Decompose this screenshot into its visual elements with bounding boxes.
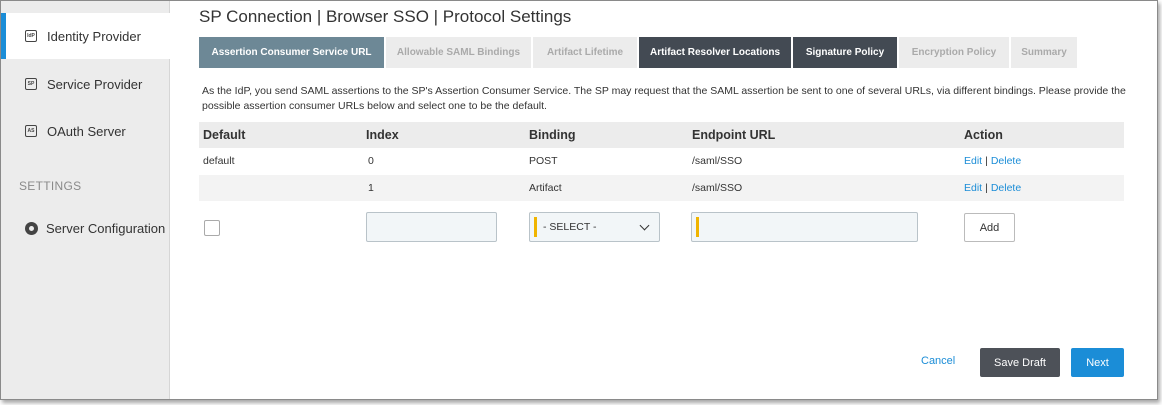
header-action: Action xyxy=(964,128,1003,142)
header-index: Index xyxy=(366,128,399,142)
action-separator: | xyxy=(985,182,988,194)
cell-binding: POST xyxy=(529,155,558,167)
server-config-icon xyxy=(25,221,38,235)
table-row: 1 Artifact /saml/SSO Edit | Delete xyxy=(199,175,1124,201)
tab-assertion-consumer-service-url[interactable]: Assertion Consumer Service URL xyxy=(199,37,384,68)
edit-link[interactable]: Edit xyxy=(964,182,982,194)
next-button[interactable]: Next xyxy=(1071,348,1124,377)
tab-allowable-saml-bindings[interactable]: Allowable SAML Bindings xyxy=(386,37,531,68)
index-input[interactable] xyxy=(366,212,497,242)
endpoint-url-input[interactable] xyxy=(691,212,918,242)
sidebar-item-label: Server Configuration xyxy=(46,220,166,236)
tab-encryption-policy[interactable]: Encryption Policy xyxy=(899,37,1009,68)
description-text: As the IdP, you send SAML assertions to … xyxy=(202,85,1126,112)
chevron-down-icon xyxy=(639,220,650,231)
sidebar: IdP Identity Provider SP Service Provide… xyxy=(1,1,186,399)
sidebar-item-label: Service Provider xyxy=(47,76,143,92)
table-row: default 0 POST /saml/SSO Edit | Delete xyxy=(199,148,1124,174)
page-title: SP Connection | Browser SSO | Protocol S… xyxy=(199,7,572,26)
sidebar-item-identity-provider[interactable]: IdP Identity Provider xyxy=(1,13,186,59)
delete-link[interactable]: Delete xyxy=(991,182,1021,194)
idp-icon: IdP xyxy=(25,30,37,42)
sidebar-item-label: OAuth Server xyxy=(47,123,126,139)
cell-default: default xyxy=(203,155,235,167)
tab-artifact-lifetime[interactable]: Artifact Lifetime xyxy=(533,37,637,68)
cell-binding: Artifact xyxy=(529,182,562,194)
cell-endpoint: /saml/SSO xyxy=(692,155,743,167)
edit-link[interactable]: Edit xyxy=(964,155,982,167)
header-binding: Binding xyxy=(529,128,576,142)
cell-endpoint: /saml/SSO xyxy=(692,182,743,194)
add-button[interactable]: Add xyxy=(964,213,1015,242)
tab-artifact-resolver-locations[interactable]: Artifact Resolver Locations xyxy=(639,37,791,68)
save-draft-button[interactable]: Save Draft xyxy=(980,348,1060,377)
delete-link[interactable]: Delete xyxy=(991,155,1021,167)
table-header: Default Index Binding Endpoint URL Actio… xyxy=(199,122,1124,148)
tab-summary[interactable]: Summary xyxy=(1011,37,1077,68)
sp-icon: SP xyxy=(25,78,37,90)
cell-index: 1 xyxy=(368,182,374,194)
cell-index: 0 xyxy=(368,155,374,167)
tab-bar: Assertion Consumer Service URL Allowable… xyxy=(199,37,1079,68)
action-separator: | xyxy=(985,155,988,167)
header-default: Default xyxy=(203,128,246,142)
sidebar-item-service-provider[interactable]: SP Service Provider xyxy=(1,61,170,107)
default-checkbox[interactable] xyxy=(204,220,220,236)
cell-action: Edit | Delete xyxy=(964,155,1021,167)
sidebar-item-server-configuration[interactable]: Server Configuration xyxy=(1,205,170,251)
binding-select[interactable]: - SELECT - xyxy=(529,212,660,242)
as-icon: AS xyxy=(25,125,37,137)
tab-signature-policy[interactable]: Signature Policy xyxy=(793,37,897,68)
app-window: IdP Identity Provider SP Service Provide… xyxy=(0,0,1158,400)
sidebar-item-label: Identity Provider xyxy=(47,28,141,44)
cell-action: Edit | Delete xyxy=(964,182,1021,194)
cancel-button[interactable]: Cancel xyxy=(921,355,955,367)
sidebar-item-oauth-server[interactable]: AS OAuth Server xyxy=(1,108,170,154)
settings-heading: SETTINGS xyxy=(19,179,82,193)
binding-select-value: - SELECT - xyxy=(543,221,597,233)
header-endpoint-url: Endpoint URL xyxy=(692,128,776,142)
